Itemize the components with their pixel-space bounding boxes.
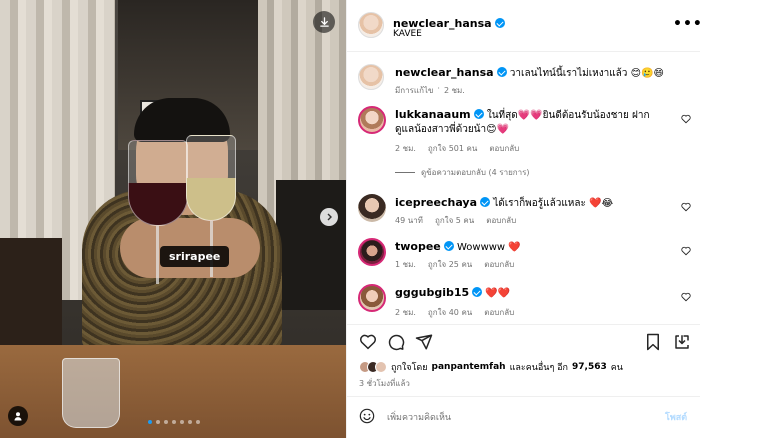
verified-icon: [480, 197, 491, 207]
download-button[interactable]: [313, 11, 335, 33]
reply-button[interactable]: ตอบกลับ: [489, 142, 519, 155]
post-timestamp[interactable]: 3 ชั่วโมงที่แล้ว: [359, 377, 410, 390]
download-icon[interactable]: [673, 333, 691, 351]
post-actions-bar: [347, 324, 701, 358]
comment-likes[interactable]: ถูกใจ 5 คน: [435, 214, 474, 227]
comment-username[interactable]: gggubgib15: [395, 286, 469, 299]
page-margin: [700, 0, 760, 438]
avatar[interactable]: [358, 106, 386, 134]
red-wine-glass: [128, 140, 188, 226]
comment-time: 2 ชม.: [395, 144, 416, 153]
download-icon: [319, 16, 329, 27]
heart-icon[interactable]: [681, 202, 691, 212]
slide-dot: [148, 420, 152, 424]
avatar[interactable]: [358, 284, 386, 312]
emoji-icon[interactable]: [359, 408, 375, 424]
author-subtitle[interactable]: KAVEE: [393, 29, 422, 39]
avatar[interactable]: [358, 12, 384, 38]
reply-button[interactable]: ตอบกลับ: [484, 306, 514, 319]
slide-dot: [196, 420, 200, 424]
comment-input[interactable]: เพิ่มความคิดเห็น: [387, 410, 451, 424]
caption-text: วาเลนไทน์นี้เราไม่เหงาแล้ว 😊🥲😄: [509, 68, 664, 79]
user-tag-label[interactable]: srirapee: [160, 246, 230, 267]
comment-username[interactable]: twopee: [395, 240, 441, 253]
reply-button[interactable]: ตอบกลับ: [484, 258, 514, 271]
slide-dot: [188, 420, 192, 424]
likes-suffix: คน: [610, 363, 623, 373]
verified-icon: [473, 109, 484, 119]
share-icon[interactable]: [415, 333, 433, 351]
likes-middle: และคนอื่นๆ อีก: [509, 363, 568, 373]
avatar[interactable]: [358, 194, 386, 222]
post-header: newclear_hansa KAVEE •••: [347, 0, 703, 52]
comment-time: 2 ชม.: [395, 308, 416, 317]
comment-likes[interactable]: ถูกใจ 501 คน: [428, 142, 477, 155]
liker-avatars: [359, 361, 387, 373]
post-photo[interactable]: srirapee: [0, 0, 346, 438]
save-bookmark-icon[interactable]: [645, 333, 661, 351]
comment-text: ❤️❤️: [485, 288, 511, 299]
likes-summary[interactable]: ถูกใจโดย panpantemfah และคนอื่นๆ อีก 97,…: [359, 360, 623, 374]
comment-username[interactable]: lukkanaaum: [395, 108, 471, 121]
likes-prefix: ถูกใจโดย: [391, 363, 428, 373]
comment-composer: เพิ่มความคิดเห็น โพสต์: [347, 396, 701, 438]
heart-icon[interactable]: [681, 292, 691, 302]
avatar: [375, 361, 387, 373]
slide-indicator: [148, 420, 200, 424]
liker-username[interactable]: panpantemfah: [432, 362, 506, 372]
caption-username[interactable]: newclear_hansa: [395, 66, 494, 79]
verified-icon: [494, 18, 505, 28]
heart-icon[interactable]: [681, 246, 691, 256]
comment-username[interactable]: icepreechaya: [395, 196, 477, 209]
comment-likes[interactable]: ถูกใจ 40 คน: [428, 306, 472, 319]
comment-icon[interactable]: [387, 333, 405, 351]
chevron-right-icon: [327, 213, 332, 221]
avatar[interactable]: [358, 64, 384, 90]
view-replies-label: ดูข้อความตอบกลับ (4 รายการ): [421, 168, 530, 177]
water-glass: [62, 358, 120, 428]
person-icon: [14, 412, 22, 421]
likes-count[interactable]: 97,563: [572, 362, 607, 372]
comment-text: ได้เราก็พอรู้แล้วแหละ ❤️😂: [493, 198, 614, 209]
reply-button[interactable]: ตอบกลับ: [486, 214, 516, 227]
tagged-users-button[interactable]: [8, 406, 28, 426]
verified-icon: [443, 241, 454, 251]
white-wine-glass: [186, 135, 236, 221]
slide-dot: [172, 420, 176, 424]
next-slide-button[interactable]: [320, 208, 338, 226]
more-options-icon[interactable]: •••: [673, 16, 703, 32]
slide-dot: [180, 420, 184, 424]
view-replies-button[interactable]: ดูข้อความตอบกลับ (4 รายการ): [395, 166, 530, 179]
edited-label: มีการแก้ไข: [395, 86, 434, 95]
heart-icon[interactable]: [681, 114, 691, 124]
comment-time: 1 ชม.: [395, 260, 416, 269]
avatar[interactable]: [358, 238, 386, 266]
post-details-panel: newclear_hansa KAVEE ••• newclear_hansa …: [346, 0, 703, 438]
slide-dot: [156, 420, 160, 424]
verified-icon: [472, 287, 483, 297]
comment-likes[interactable]: ถูกใจ 25 คน: [428, 258, 472, 271]
slide-dot: [164, 420, 168, 424]
verified-icon: [496, 67, 507, 77]
comment-text: Wowwww ❤️: [456, 242, 521, 253]
post-comment-button[interactable]: โพสต์: [665, 410, 687, 424]
caption-time: 2 ชม.: [443, 86, 465, 95]
comment-time: 49 นาที: [395, 216, 423, 225]
like-heart-icon[interactable]: [359, 333, 377, 351]
